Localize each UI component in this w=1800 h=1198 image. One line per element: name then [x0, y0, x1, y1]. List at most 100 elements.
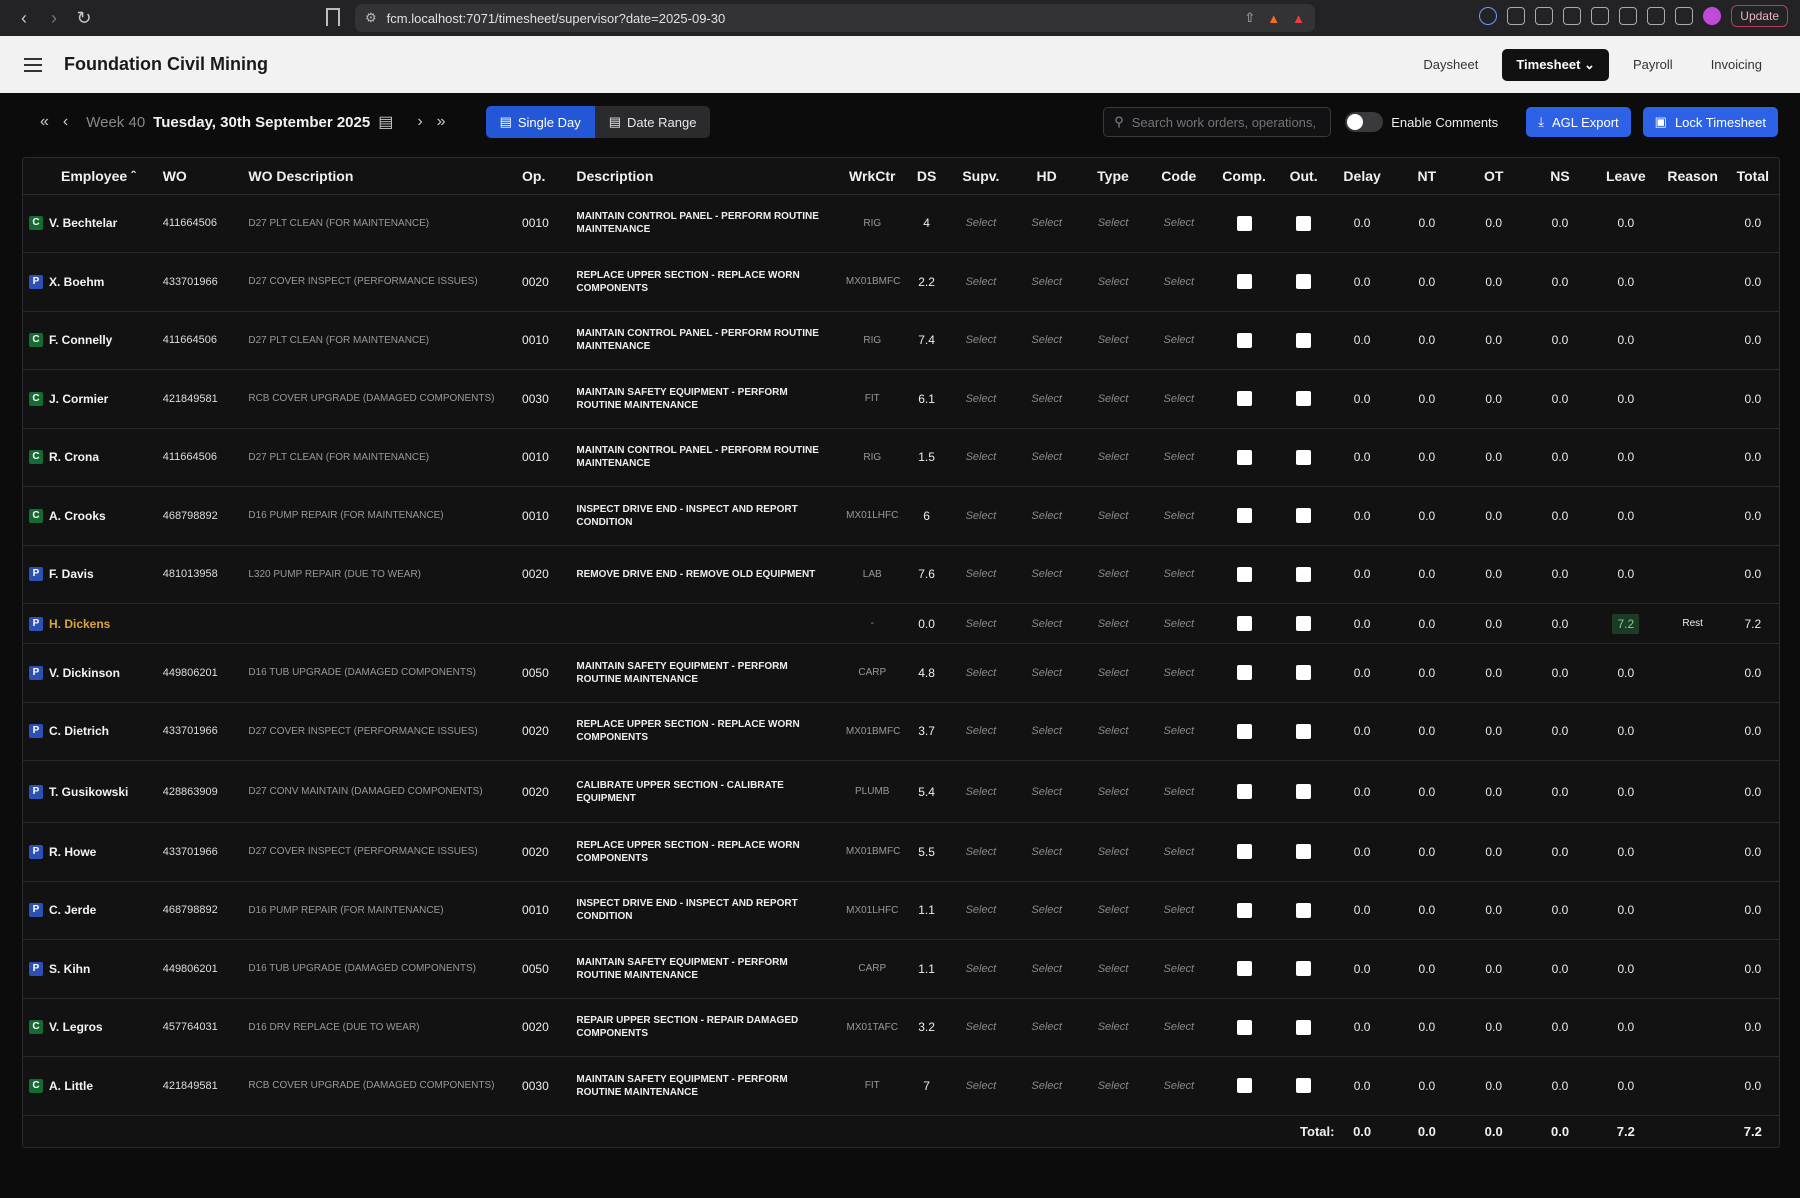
- ot-cell[interactable]: 0.0: [1460, 643, 1528, 703]
- nt-cell[interactable]: 0.0: [1393, 369, 1461, 429]
- comp-checkbox[interactable]: [1236, 665, 1252, 681]
- table-row[interactable]: P X. Boehm 433701966 D27 COVER INSPECT (PER…: [23, 252, 1779, 312]
- site-info-icon[interactable]: ⚙: [365, 10, 377, 26]
- ns-cell[interactable]: 0.0: [1527, 545, 1593, 604]
- ns-cell[interactable]: 0.0: [1527, 603, 1593, 644]
- nt-cell[interactable]: 0.0: [1393, 252, 1461, 312]
- ot-cell[interactable]: 0.0: [1460, 603, 1528, 644]
- select-dropdown[interactable]: Select: [1098, 334, 1129, 346]
- nav-payroll[interactable]: Payroll: [1619, 49, 1687, 80]
- comp-checkbox[interactable]: [1236, 1019, 1252, 1035]
- first-week-icon[interactable]: «: [40, 113, 49, 131]
- select-dropdown[interactable]: Select: [1031, 334, 1062, 346]
- address-bar[interactable]: ⚙ fcm.localhost:7071/timesheet/superviso…: [355, 4, 1315, 32]
- select-dropdown[interactable]: Select: [1031, 846, 1062, 858]
- bookmark-icon[interactable]: [326, 8, 340, 26]
- ns-cell[interactable]: 0.0: [1527, 486, 1593, 546]
- select-dropdown[interactable]: Select: [966, 276, 997, 288]
- current-date[interactable]: Tuesday, 30th September 2025: [153, 114, 370, 131]
- employee-name[interactable]: A. Little: [49, 1079, 93, 1093]
- forward-icon[interactable]: ›: [42, 6, 66, 30]
- select-dropdown[interactable]: Select: [966, 725, 997, 737]
- select-dropdown[interactable]: Select: [1098, 1080, 1129, 1092]
- table-row[interactable]: P H. Dickens -0.0 Select Select Select Select 0…: [23, 603, 1779, 644]
- out-checkbox[interactable]: [1296, 508, 1312, 524]
- out-checkbox[interactable]: [1296, 1019, 1312, 1035]
- reload-icon[interactable]: ↻: [72, 6, 96, 30]
- table-row[interactable]: C J. Cormier 421849581 RCB COVER UPGRADE (D…: [23, 369, 1779, 429]
- delay-cell[interactable]: 0.0: [1330, 603, 1394, 644]
- out-checkbox[interactable]: [1296, 723, 1312, 739]
- ns-cell[interactable]: 0.0: [1527, 1056, 1593, 1116]
- employee-name[interactable]: V. Legros: [49, 1020, 103, 1034]
- nt-cell[interactable]: 0.0: [1393, 194, 1461, 253]
- table-row[interactable]: P F. Davis 481013958 L320 PUMP REPAIR (DUE …: [23, 545, 1779, 604]
- comp-checkbox[interactable]: [1236, 449, 1252, 465]
- select-dropdown[interactable]: Select: [1164, 393, 1195, 405]
- ot-cell[interactable]: 0.0: [1460, 822, 1528, 882]
- select-dropdown[interactable]: Select: [1164, 1021, 1195, 1033]
- leave-cell[interactable]: 0.0: [1592, 939, 1659, 999]
- ot-cell[interactable]: 0.0: [1460, 252, 1528, 312]
- delay-cell[interactable]: 0.0: [1330, 194, 1394, 253]
- delay-cell[interactable]: 0.0: [1330, 545, 1394, 604]
- select-dropdown[interactable]: Select: [1098, 393, 1129, 405]
- comp-checkbox[interactable]: [1236, 961, 1252, 977]
- table-row[interactable]: P S. Kihn 449806201 D16 TUB UPGRADE (DAMAGE…: [23, 939, 1779, 999]
- employee-name[interactable]: C. Jerde: [49, 903, 96, 917]
- leave-cell[interactable]: 0.0: [1592, 369, 1659, 429]
- select-dropdown[interactable]: Select: [1098, 846, 1129, 858]
- nt-cell[interactable]: 0.0: [1393, 760, 1461, 823]
- nt-cell[interactable]: 0.0: [1393, 545, 1461, 604]
- nt-cell[interactable]: 0.0: [1393, 822, 1461, 882]
- ns-cell[interactable]: 0.0: [1527, 252, 1593, 312]
- table-row[interactable]: C V. Legros 457764031 D16 DRV REPLACE (DUE …: [23, 998, 1779, 1057]
- employee-name[interactable]: V. Dickinson: [49, 666, 120, 680]
- puzzle-icon[interactable]: [1535, 7, 1554, 25]
- brave-rewards-icon[interactable]: ▲: [1292, 11, 1305, 26]
- out-checkbox[interactable]: [1296, 1078, 1312, 1094]
- table-row[interactable]: P C. Jerde 468798892 D16 PUMP REPAIR (FOR M…: [23, 881, 1779, 940]
- table-row[interactable]: C R. Crona 411664506 D27 PLT CLEAN (FOR MAI…: [23, 428, 1779, 487]
- employee-name[interactable]: R. Crona: [49, 450, 99, 464]
- leave-cell[interactable]: 0.0: [1592, 643, 1659, 703]
- ot-cell[interactable]: 0.0: [1460, 369, 1528, 429]
- share-icon[interactable]: ⇧: [1244, 10, 1255, 26]
- ns-cell[interactable]: 0.0: [1527, 822, 1593, 882]
- employee-name[interactable]: H. Dickens: [49, 617, 110, 631]
- select-dropdown[interactable]: Select: [966, 904, 997, 916]
- ot-cell[interactable]: 0.0: [1460, 881, 1528, 940]
- agl-export-button[interactable]: ⤓ AGL Export: [1526, 107, 1631, 137]
- ns-cell[interactable]: 0.0: [1527, 369, 1593, 429]
- leave-cell[interactable]: 0.0: [1592, 252, 1659, 312]
- select-dropdown[interactable]: Select: [1098, 1021, 1129, 1033]
- select-dropdown[interactable]: Select: [1031, 1080, 1062, 1092]
- table-row[interactable]: P V. Dickinson 449806201 D16 TUB UPGRADE (D…: [23, 643, 1779, 703]
- select-dropdown[interactable]: Select: [1031, 276, 1062, 288]
- leave-cell[interactable]: 0.0: [1592, 311, 1659, 370]
- select-dropdown[interactable]: Select: [966, 1021, 997, 1033]
- comp-checkbox[interactable]: [1236, 616, 1252, 631]
- delay-cell[interactable]: 0.0: [1330, 939, 1394, 999]
- select-dropdown[interactable]: Select: [1164, 963, 1195, 975]
- out-checkbox[interactable]: [1296, 449, 1312, 465]
- nt-cell[interactable]: 0.0: [1393, 311, 1461, 370]
- select-dropdown[interactable]: Select: [1098, 510, 1129, 522]
- select-dropdown[interactable]: Select: [1031, 1021, 1062, 1033]
- comp-checkbox[interactable]: [1236, 844, 1252, 860]
- select-dropdown[interactable]: Select: [1031, 618, 1062, 630]
- ns-cell[interactable]: 0.0: [1527, 998, 1593, 1057]
- delay-cell[interactable]: 0.0: [1330, 881, 1394, 940]
- select-dropdown[interactable]: Select: [966, 963, 997, 975]
- comp-checkbox[interactable]: [1236, 391, 1252, 407]
- search-input[interactable]: [1131, 114, 1321, 130]
- select-dropdown[interactable]: Select: [1031, 667, 1062, 679]
- lock-timesheet-button[interactable]: ▣ Lock Timesheet: [1642, 107, 1778, 137]
- select-dropdown[interactable]: Select: [1164, 451, 1195, 463]
- select-dropdown[interactable]: Select: [966, 510, 997, 522]
- employee-name[interactable]: R. Howe: [49, 845, 96, 859]
- table-row[interactable]: C F. Connelly 411664506 D27 PLT CLEAN (FOR …: [23, 311, 1779, 370]
- table-row[interactable]: P C. Dietrich 433701966 D27 COVER INSPECT (…: [23, 702, 1779, 761]
- delay-cell[interactable]: 0.0: [1330, 760, 1394, 823]
- select-dropdown[interactable]: Select: [966, 846, 997, 858]
